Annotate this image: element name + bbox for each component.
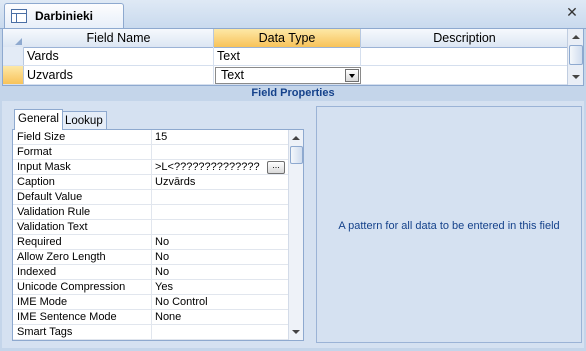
property-value[interactable] (151, 205, 287, 219)
field-properties-heading: Field Properties (2, 86, 584, 102)
column-header-field-name[interactable]: Field Name (24, 29, 214, 47)
property-label: IME Sentence Mode (17, 311, 117, 323)
data-type-dropdown-value: Text (221, 68, 244, 82)
property-row-indexed[interactable]: Indexed No (13, 265, 289, 280)
column-header-description[interactable]: Description (361, 29, 568, 47)
property-row-validation-rule[interactable]: Validation Rule (13, 205, 289, 220)
property-row-allow-zero-length[interactable]: Allow Zero Length No (13, 250, 289, 265)
property-value[interactable]: No (151, 265, 287, 279)
field-name-cell[interactable]: Vards (24, 47, 214, 65)
property-help-text: A pattern for all data to be entered in … (338, 220, 560, 232)
property-label: Validation Rule (17, 206, 91, 218)
document-tab-bar: Darbinieki ✕ (0, 0, 586, 29)
scroll-down-arrow-icon[interactable] (568, 70, 583, 84)
field-name-cell[interactable]: Uzvards (24, 66, 214, 84)
document-tab-label: Darbinieki (35, 9, 94, 23)
close-icon[interactable]: ✕ (564, 4, 580, 20)
property-value[interactable]: 15 (151, 130, 287, 144)
property-sheet: Field Size 15 Format Input Mask >L<???????… (12, 129, 304, 341)
property-value[interactable] (151, 325, 287, 339)
field-properties-panel: General Lookup Field Size 15 Format Input… (2, 101, 584, 348)
property-value[interactable] (151, 220, 287, 234)
property-label: Smart Tags (17, 326, 73, 338)
property-label: Unicode Compression (17, 281, 126, 293)
table-icon (11, 9, 27, 23)
property-label: Input Mask (17, 161, 71, 173)
property-label: Validation Text (17, 221, 88, 233)
tab-general[interactable]: General (14, 109, 63, 130)
property-row-input-mask[interactable]: Input Mask >L<??????????????... (13, 160, 289, 175)
property-label: Allow Zero Length (17, 251, 106, 263)
property-value[interactable]: No (151, 235, 287, 249)
property-row-default-value[interactable]: Default Value (13, 190, 289, 205)
document-tab-darbinieki[interactable]: Darbinieki (4, 3, 124, 29)
property-row-field-size[interactable]: Field Size 15 (13, 130, 289, 145)
property-label: Required (17, 236, 62, 248)
property-value[interactable] (151, 145, 287, 159)
build-ellipsis-icon[interactable]: ... (267, 161, 285, 174)
property-row-validation-text[interactable]: Validation Text (13, 220, 289, 235)
property-value[interactable]: No (151, 250, 287, 264)
property-row-ime-mode[interactable]: IME Mode No Control (13, 295, 289, 310)
scroll-up-arrow-icon[interactable] (289, 131, 303, 145)
property-value[interactable]: Yes (151, 280, 287, 294)
property-value[interactable]: No Control (151, 295, 287, 309)
property-label: Format (17, 146, 52, 158)
property-row-smart-tags[interactable]: Smart Tags (13, 325, 289, 340)
scroll-up-arrow-icon[interactable] (568, 30, 583, 44)
scroll-thumb[interactable] (290, 146, 303, 164)
field-design-grid: Field Name Data Type Description Vards T… (2, 28, 584, 86)
description-cell[interactable] (361, 66, 568, 84)
property-label: Caption (17, 176, 55, 188)
description-cell[interactable] (361, 47, 568, 65)
property-row-unicode-compression[interactable]: Unicode Compression Yes (13, 280, 289, 295)
property-help-panel: A pattern for all data to be entered in … (316, 106, 582, 343)
property-row-ime-sentence-mode[interactable]: IME Sentence Mode None (13, 310, 289, 325)
column-header-data-type[interactable]: Data Type (214, 29, 361, 47)
data-type-cell[interactable]: Text (214, 47, 361, 65)
table-row[interactable]: Uzvards Text (3, 66, 568, 85)
select-all-corner[interactable] (3, 29, 24, 47)
scroll-down-arrow-icon[interactable] (289, 325, 303, 339)
property-value[interactable] (151, 190, 287, 204)
property-label: IME Mode (17, 296, 68, 308)
row-selector-current[interactable] (3, 66, 24, 84)
property-value[interactable]: Uzvārds (151, 175, 287, 189)
scroll-thumb[interactable] (569, 45, 583, 65)
property-row-format[interactable]: Format (13, 145, 289, 160)
chevron-down-icon[interactable] (345, 69, 359, 82)
property-sheet-scrollbar[interactable] (288, 130, 303, 340)
property-row-required[interactable]: Required No (13, 235, 289, 250)
table-row[interactable]: Vards Text (3, 47, 568, 66)
property-value[interactable]: None (151, 310, 287, 324)
property-label: Indexed (17, 266, 57, 278)
grid-header: Field Name Data Type Description (3, 29, 568, 48)
tab-lookup[interactable]: Lookup (61, 111, 107, 129)
row-selector[interactable] (3, 47, 24, 65)
property-label: Field Size (17, 131, 66, 143)
grid-vertical-scrollbar[interactable] (567, 29, 583, 85)
data-type-dropdown[interactable]: Text (215, 67, 361, 84)
property-row-caption[interactable]: Caption Uzvārds (13, 175, 289, 190)
property-label: Default Value (17, 191, 83, 203)
